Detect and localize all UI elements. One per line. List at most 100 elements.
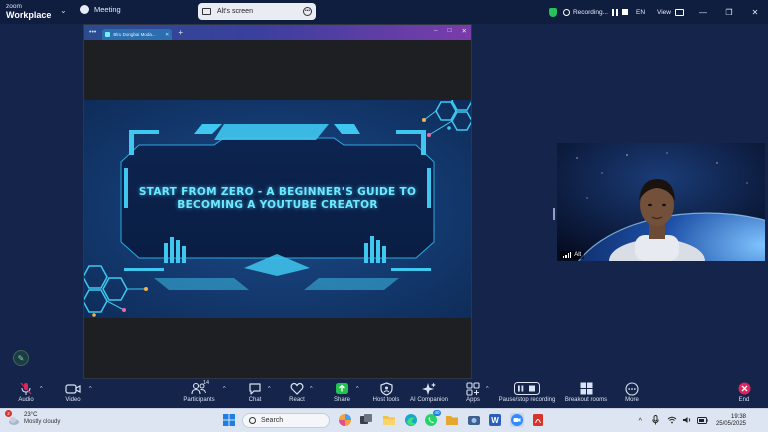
- resize-handle[interactable]: [553, 208, 555, 220]
- whatsapp-icon[interactable]: 40: [424, 410, 441, 427]
- browser-minimize-icon[interactable]: –: [434, 27, 438, 35]
- browser-tab[interactable]: Blru Dongbai Moda... ✕: [102, 29, 173, 40]
- screen-share-pill[interactable]: Alt's screen •••: [198, 3, 316, 20]
- signal-strength-icon: [563, 252, 572, 258]
- folder-icon[interactable]: [445, 413, 459, 427]
- video-label: Video: [65, 397, 81, 403]
- slide-title-line1: Start from Zero - A Beginner's Guide to: [138, 186, 417, 198]
- system-clock[interactable]: 19:38 25/05/2025: [716, 414, 746, 428]
- participants-button[interactable]: 14 Participants: [167, 380, 231, 403]
- logo-line2: Workplace: [6, 10, 52, 20]
- react-label: React: [289, 397, 305, 403]
- windows-taskbar: 2 23°C Mostly cloudy Search 40 W ^ 19:38…: [0, 408, 768, 432]
- participant-video[interactable]: Alt: [557, 143, 765, 261]
- video-feed-image: [557, 143, 765, 261]
- apps-label: Apps: [466, 397, 480, 403]
- windows-start-icon[interactable]: [222, 413, 236, 427]
- temperature: 23°C: [24, 412, 38, 418]
- chevron-down-icon[interactable]: ⌄: [60, 6, 67, 15]
- search-placeholder: Search: [261, 417, 284, 424]
- restore-icon[interactable]: ❐: [716, 8, 742, 17]
- end-button[interactable]: End: [712, 381, 768, 403]
- weather-widget[interactable]: 2 23°C Mostly cloudy: [5, 410, 60, 426]
- view-grid-icon: [675, 8, 684, 16]
- more-options-icon[interactable]: •••: [303, 7, 312, 16]
- top-bar: zoom Workplace ⌄ Meeting Alt's screen ••…: [0, 0, 768, 24]
- chat-label: Chat: [248, 397, 262, 403]
- close-icon[interactable]: ✕: [742, 8, 768, 17]
- meeting-toolbar: Audio ^ Video ^ 14 Participants ^ Chat ^…: [0, 379, 768, 408]
- browser-tab-title: Blru Dongbai Moda...: [113, 32, 156, 37]
- shield-icon: [379, 381, 393, 396]
- apps-icon: [466, 381, 480, 396]
- presentation-slide: Start from Zero - A Beginner's Guide to …: [84, 100, 471, 318]
- participant-name: Alt: [574, 252, 582, 258]
- system-tray: ^ 19:38 25/05/2025: [639, 409, 768, 432]
- tray-overflow-icon[interactable]: ^: [639, 418, 642, 425]
- file-explorer-icon[interactable]: [382, 413, 396, 427]
- participants-count: 14: [203, 380, 210, 386]
- browser-close-icon[interactable]: ✕: [462, 27, 467, 35]
- taskbar-search-input[interactable]: Search: [242, 413, 330, 428]
- more-icon: [625, 381, 639, 396]
- view-label: View: [657, 8, 671, 16]
- audio-label: Audio: [18, 397, 34, 403]
- host-tools-label: Host tools: [372, 397, 400, 403]
- pdf-reader-icon[interactable]: [531, 413, 545, 427]
- task-view-icon[interactable]: [359, 413, 373, 427]
- weather-text: 23°C Mostly cloudy: [24, 412, 60, 426]
- top-right-controls: Recording... EN View — ❐ ✕: [548, 0, 768, 24]
- end-icon: [738, 381, 751, 396]
- clock-date: 25/05/2025: [715, 421, 746, 427]
- record-controls-icon: [514, 381, 540, 396]
- weather-cloud-icon: 2: [5, 410, 20, 425]
- search-icon: [249, 417, 256, 424]
- annotate-pen-icon[interactable]: ✎: [13, 350, 29, 366]
- clock-time: 19:38: [730, 414, 746, 420]
- tab-close-icon[interactable]: ✕: [165, 32, 169, 38]
- participant-label: Alt: [560, 251, 585, 259]
- volume-icon[interactable]: [682, 416, 692, 426]
- end-label: End: [738, 397, 750, 403]
- participants-icon: 14: [191, 380, 210, 396]
- svg-text:W: W: [491, 416, 499, 425]
- wifi-icon[interactable]: [667, 416, 677, 426]
- minimize-icon[interactable]: —: [690, 8, 716, 17]
- browser-tab-bar: ••• Blru Dongbai Moda... ✕ + – □ ✕: [84, 25, 471, 40]
- participants-label: Participants: [183, 397, 215, 403]
- meeting-icon: [80, 5, 89, 14]
- video-options-caret-icon[interactable]: ^: [89, 386, 92, 392]
- meeting-label: Meeting: [94, 5, 121, 14]
- chat-icon: [248, 381, 262, 396]
- slide-title-line2: Becoming a YouTube Creator: [177, 199, 378, 211]
- recording-icon: [562, 8, 570, 16]
- browser-maximize-icon[interactable]: □: [448, 27, 452, 35]
- more-label: More: [625, 397, 639, 403]
- screen-icon: [202, 8, 211, 15]
- view-button[interactable]: View: [657, 8, 684, 16]
- edge-browser-icon[interactable]: [404, 413, 418, 427]
- camera-app-icon[interactable]: [467, 413, 481, 427]
- more-button[interactable]: More: [600, 381, 664, 403]
- browser-window-controls: – □ ✕: [434, 27, 467, 35]
- word-icon[interactable]: W: [488, 413, 502, 427]
- meeting-menu[interactable]: Meeting: [80, 5, 121, 14]
- stop-recording-icon[interactable]: [621, 9, 628, 15]
- video-button[interactable]: Video: [41, 381, 105, 403]
- recording-label: Recording...: [572, 8, 608, 16]
- zoom-app-icon[interactable]: [510, 413, 524, 427]
- battery-icon[interactable]: [697, 416, 708, 426]
- share-title: Alt's screen: [217, 8, 253, 15]
- colorful-app-icon[interactable]: [338, 413, 352, 427]
- new-tab-icon[interactable]: +: [178, 28, 183, 37]
- zoom-logo: zoom Workplace: [6, 3, 52, 20]
- language-button[interactable]: EN: [636, 9, 645, 16]
- mic-muted-icon: [19, 381, 33, 396]
- encryption-shield-icon[interactable]: [548, 7, 557, 17]
- pause-recording-icon[interactable]: [611, 8, 618, 16]
- browser-menu-icon[interactable]: •••: [89, 29, 96, 36]
- weather-condition: Mostly cloudy: [24, 419, 61, 425]
- weather-badge: 2: [5, 410, 12, 417]
- tab-favicon-icon: [105, 32, 111, 37]
- microphone-tray-icon[interactable]: [652, 415, 659, 427]
